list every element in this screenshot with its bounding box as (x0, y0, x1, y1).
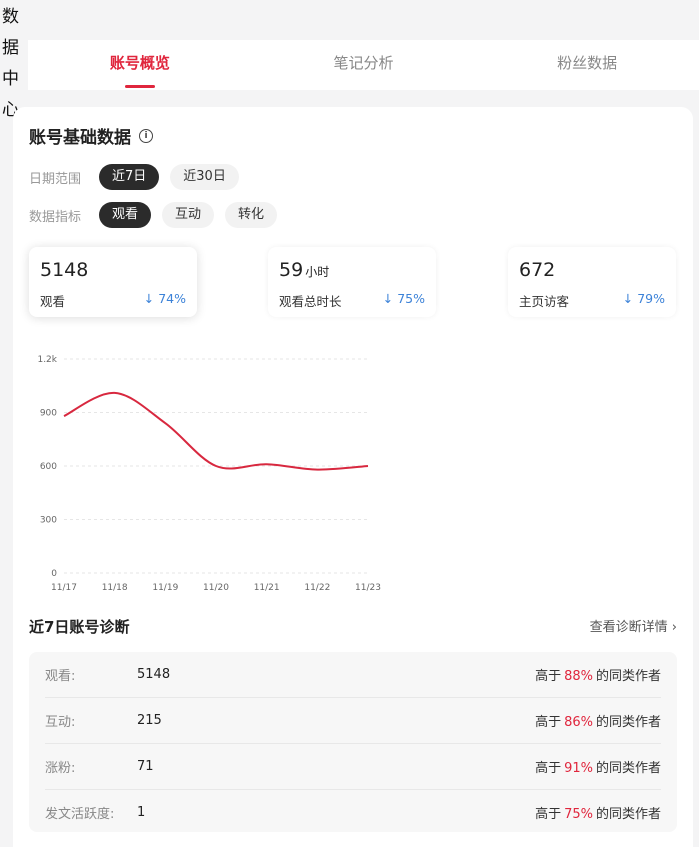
rank-percent: 86% (564, 715, 593, 730)
diagnosis-value: 71 (137, 759, 154, 774)
metric-label: 观看 (40, 294, 66, 309)
tab-bar: 账号概览 笔记分析 粉丝数据 (28, 40, 699, 90)
account-data-card: 账号基础数据 i 日期范围 近7日 近30日 数据指标 观看 互动 转化 514… (13, 107, 693, 847)
metric-change: ↓ 79% (622, 291, 665, 306)
metric-card-views[interactable]: 5148 观看 ↓ 74% (29, 247, 197, 317)
metric-number: 5148 (40, 259, 89, 281)
x-tick-label: 11/17 (51, 583, 77, 592)
diagnosis-value: 1 (137, 805, 146, 820)
metric-number: 59 (279, 259, 304, 281)
rank-suffix: 的同类作者 (595, 669, 661, 684)
metric-value: 672 (519, 257, 665, 285)
date-range-filter: 日期范围 近7日 近30日 (29, 164, 250, 190)
diagnosis-rank: 高于 86% 的同类作者 (535, 711, 661, 730)
metric-type-filter: 数据指标 观看 互动 转化 (29, 202, 288, 228)
table-row: 发文活跃度: 1 高于 75% 的同类作者 (45, 790, 661, 835)
diagnosis-table: 观看: 5148 高于 88% 的同类作者 互动: 215 高于 86% 的同类作者 涨… (29, 652, 677, 832)
x-tick-label: 11/18 (102, 583, 128, 592)
rank-percent: 91% (564, 761, 593, 776)
table-row: 互动: 215 高于 86% 的同类作者 (45, 698, 661, 744)
metric-chip-views[interactable]: 观看 (99, 202, 152, 228)
diagnosis-detail-link[interactable]: 查看诊断详情 › (590, 616, 677, 635)
tab-note-analysis[interactable]: 笔记分析 (252, 40, 476, 90)
y-tick-label: 900 (40, 409, 57, 419)
tab-fan-data[interactable]: 粉丝数据 (475, 40, 699, 90)
x-tick-label: 11/21 (254, 583, 280, 592)
diagnosis-value: 215 (137, 713, 162, 728)
card-title: 账号基础数据 i (29, 123, 153, 148)
metric-chip-interaction[interactable]: 互动 (162, 202, 215, 228)
diagnosis-label: 发文活跃度: (45, 807, 115, 822)
metric-label: 主页访客 (519, 294, 570, 309)
diagnosis-title: 近7日账号诊断 (29, 618, 130, 636)
rank-suffix: 的同类作者 (595, 807, 661, 822)
diagnosis-rank: 高于 75% 的同类作者 (535, 803, 661, 822)
diagnosis-label: 观看: (45, 669, 76, 684)
views-line-chart: 0 300 600 900 1.2k 11/17 11/18 11/19 11/20 11/21 1… (37, 355, 381, 592)
y-tick-label: 600 (40, 462, 57, 472)
date-chip-30d[interactable]: 近30日 (170, 164, 239, 190)
table-row: 观看: 5148 高于 88% 的同类作者 (45, 652, 661, 698)
y-tick-label: 300 (40, 516, 57, 526)
y-tick-label: 1.2k (37, 355, 57, 365)
metric-chip-conversion[interactable]: 转化 (225, 202, 278, 228)
diagnosis-rank: 高于 88% 的同类作者 (535, 665, 661, 684)
metric-change: ↓ 75% (382, 291, 425, 306)
rank-prefix: 高于 (535, 669, 562, 684)
table-row: 涨粉: 71 高于 91% 的同类作者 (45, 744, 661, 790)
metric-value: 59 小时 (279, 257, 425, 285)
date-range-label: 日期范围 (29, 171, 82, 187)
x-tick-label: 11/19 (152, 583, 178, 592)
rank-prefix: 高于 (535, 807, 562, 822)
x-tick-label: 11/20 (203, 583, 229, 592)
page-title-char: 数 (2, 7, 19, 27)
x-tick-label: 11/22 (304, 583, 330, 592)
rank-suffix: 的同类作者 (595, 761, 661, 776)
metric-number: 672 (519, 259, 556, 281)
page-title-char: 据 (2, 38, 19, 58)
info-icon[interactable]: i (139, 128, 153, 143)
y-tick-label: 0 (51, 569, 57, 579)
rank-prefix: 高于 (535, 715, 562, 730)
metric-card-profile-visitors[interactable]: 672 主页访客 ↓ 79% (508, 247, 676, 317)
metric-label: 观看总时长 (279, 294, 342, 309)
series-line (63, 391, 369, 471)
rank-percent: 88% (564, 669, 593, 684)
page-title-char: 中 (2, 69, 19, 89)
diagnosis-label: 互动: (45, 715, 76, 730)
metric-unit: 小时 (305, 265, 330, 279)
card-title-text: 账号基础数据 (29, 128, 131, 148)
x-tick-label: 11/23 (355, 583, 381, 592)
rank-suffix: 的同类作者 (595, 715, 661, 730)
metric-change: ↓ 74% (143, 291, 186, 306)
metric-card-watch-time[interactable]: 59 小时 观看总时长 ↓ 75% (268, 247, 436, 317)
diagnosis-label: 涨粉: (45, 761, 76, 776)
diagnosis-rank: 高于 91% 的同类作者 (535, 757, 661, 776)
date-chip-7d[interactable]: 近7日 (99, 164, 160, 190)
metric-value: 5148 (40, 257, 186, 285)
tab-account-overview[interactable]: 账号概览 (28, 40, 252, 90)
metric-type-label: 数据指标 (29, 209, 82, 225)
rank-percent: 75% (564, 807, 593, 822)
diagnosis-value: 5148 (137, 667, 171, 682)
rank-prefix: 高于 (535, 761, 562, 776)
